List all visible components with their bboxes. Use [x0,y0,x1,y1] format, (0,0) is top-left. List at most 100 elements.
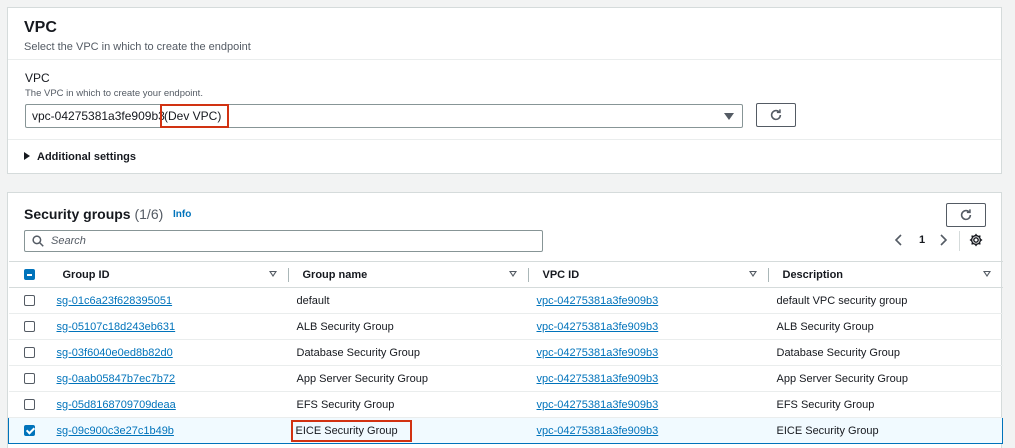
pagination-divider [959,231,960,251]
vpc-id-link[interactable]: vpc-04275381a3fe909b3 [537,347,659,359]
group-id-cell: sg-05d8168709709deaa [48,391,289,418]
column-header-description[interactable]: Description [768,261,1003,288]
row-select-cell [8,313,49,340]
table-row[interactable]: sg-01c6a23f628395051 default vpc-04275381a… [8,287,1003,314]
description-cell: EICE Security Group [768,417,1003,444]
sort-icon [268,271,277,277]
refresh-icon [770,109,782,121]
table-header-row: Group ID Group name VPC ID Description [8,261,1003,288]
select-all-checkbox[interactable] [23,269,35,281]
group-name: EICE Security Group [295,424,398,437]
row-checkbox[interactable] [24,425,35,437]
vpc-id-link[interactable]: vpc-04275381a3fe909b3 [537,373,659,385]
table-row[interactable]: sg-03f6040e0ed8b82d0 Database Security Gr… [8,339,1003,366]
group-name-cell: EICE Security Group [288,417,529,444]
row-checkbox[interactable] [23,347,35,359]
chevron-left-icon[interactable] [894,234,904,246]
group-name: EFS Security Group [296,398,395,411]
group-name: default [296,294,330,307]
vpc-panel: VPC Select the VPC in which to create th… [7,7,1002,174]
column-label: Group ID [62,268,110,281]
row-select-cell [8,417,49,444]
group-id-link[interactable]: sg-05d8168709709deaa [57,399,176,411]
description-cell: default VPC security group [768,287,1003,314]
vpc-panel-header: VPC Select the VPC in which to create th… [8,8,1001,60]
vpc-refresh-button[interactable] [756,103,796,127]
select-all-cell [8,261,49,288]
row-checkbox[interactable] [23,399,35,411]
column-header-vpc-id[interactable]: VPC ID [528,261,769,288]
vpc-id-cell: vpc-04275381a3fe909b3 [528,313,769,340]
column-header-group-id[interactable]: Group ID [48,261,289,288]
caret-down-icon [724,113,734,120]
table-row[interactable]: sg-09c900c3e27c1b49b EICE Security Group v… [8,417,1003,444]
security-groups-title-text: Security groups [24,206,131,222]
caret-right-icon [24,152,30,160]
column-header-group-name[interactable]: Group name [288,261,529,288]
description: App Server Security Group [776,372,908,385]
group-id-cell: sg-03f6040e0ed8b82d0 [48,339,289,366]
column-label: Group name [302,268,368,281]
gear-icon[interactable] [969,233,983,247]
sort-icon [508,271,517,277]
vpc-id-cell: vpc-04275381a3fe909b3 [528,339,769,366]
table-row[interactable]: sg-05107c18d243eb631 ALB Security Group vp… [8,313,1003,340]
security-groups-table: Group ID Group name VPC ID Description s… [8,261,1003,444]
description: ALB Security Group [776,320,874,333]
search-input[interactable]: Search [24,230,543,252]
vpc-id-link[interactable]: vpc-04275381a3fe909b3 [537,425,659,437]
group-name: App Server Security Group [296,372,428,385]
info-link[interactable]: Info [173,209,191,220]
group-name-cell: Database Security Group [288,339,529,366]
group-name-cell: App Server Security Group [288,365,529,392]
row-select-cell [8,287,49,314]
group-id-link[interactable]: sg-05107c18d243eb631 [57,321,176,333]
description-cell: EFS Security Group [768,391,1003,418]
row-checkbox[interactable] [23,295,35,307]
vpc-id-cell: vpc-04275381a3fe909b3 [528,365,769,392]
vpc-id-link[interactable]: vpc-04275381a3fe909b3 [537,295,659,307]
additional-settings-toggle[interactable]: Additional settings [8,139,1001,175]
vpc-id-link[interactable]: vpc-04275381a3fe909b3 [537,399,659,411]
vpc-id-cell: vpc-04275381a3fe909b3 [528,287,769,314]
row-checkbox[interactable] [23,373,35,385]
vpc-id-cell: vpc-04275381a3fe909b3 [528,417,769,444]
additional-settings-label: Additional settings [37,151,136,163]
vpc-select[interactable]: vpc-04275381a3fe909b3 (Dev VPC) [25,104,743,128]
table-row[interactable]: sg-05d8168709709deaa EFS Security Group vp… [8,391,1003,418]
group-id-link[interactable]: sg-0aab05847b7ec7b72 [57,373,176,385]
vpc-select-name-highlight: (Dev VPC) [160,104,230,128]
security-groups-refresh-button[interactable] [946,203,986,227]
row-select-cell [8,365,49,392]
row-checkbox[interactable] [23,321,35,333]
group-id-cell: sg-01c6a23f628395051 [48,287,289,314]
description-cell: Database Security Group [768,339,1003,366]
group-id-cell: sg-09c900c3e27c1b49b [48,417,289,444]
group-id-cell: sg-05107c18d243eb631 [48,313,289,340]
sort-icon [748,271,757,277]
vpc-panel-subtitle: Select the VPC in which to create the en… [24,41,251,53]
vpc-field-description: The VPC in which to create your endpoint… [25,88,203,99]
security-groups-title: Security groups (1/6) [24,206,163,222]
group-name: ALB Security Group [296,320,394,333]
group-name: Database Security Group [296,346,421,359]
description: default VPC security group [776,294,908,307]
vpc-id-link[interactable]: vpc-04275381a3fe909b3 [537,321,659,333]
table-row[interactable]: sg-0aab05847b7ec7b72 App Server Security … [8,365,1003,392]
group-id-link[interactable]: sg-01c6a23f628395051 [57,295,173,307]
pagination: 1 [894,233,954,249]
search-placeholder: Search [51,235,86,247]
description: EICE Security Group [776,424,879,437]
group-id-cell: sg-0aab05847b7ec7b72 [48,365,289,392]
page-number[interactable]: 1 [919,234,925,246]
security-groups-count: (1/6) [134,206,164,222]
group-name-cell: ALB Security Group [288,313,529,340]
search-icon [32,235,44,247]
row-select-cell [8,391,49,418]
security-groups-panel: Security groups (1/6) Info Search 1 Grou… [7,192,1003,448]
group-name-cell: default [288,287,529,314]
group-id-link[interactable]: sg-03f6040e0ed8b82d0 [57,347,173,359]
refresh-icon [960,209,972,221]
group-id-link[interactable]: sg-09c900c3e27c1b49b [57,425,174,437]
chevron-right-icon[interactable] [938,234,948,246]
